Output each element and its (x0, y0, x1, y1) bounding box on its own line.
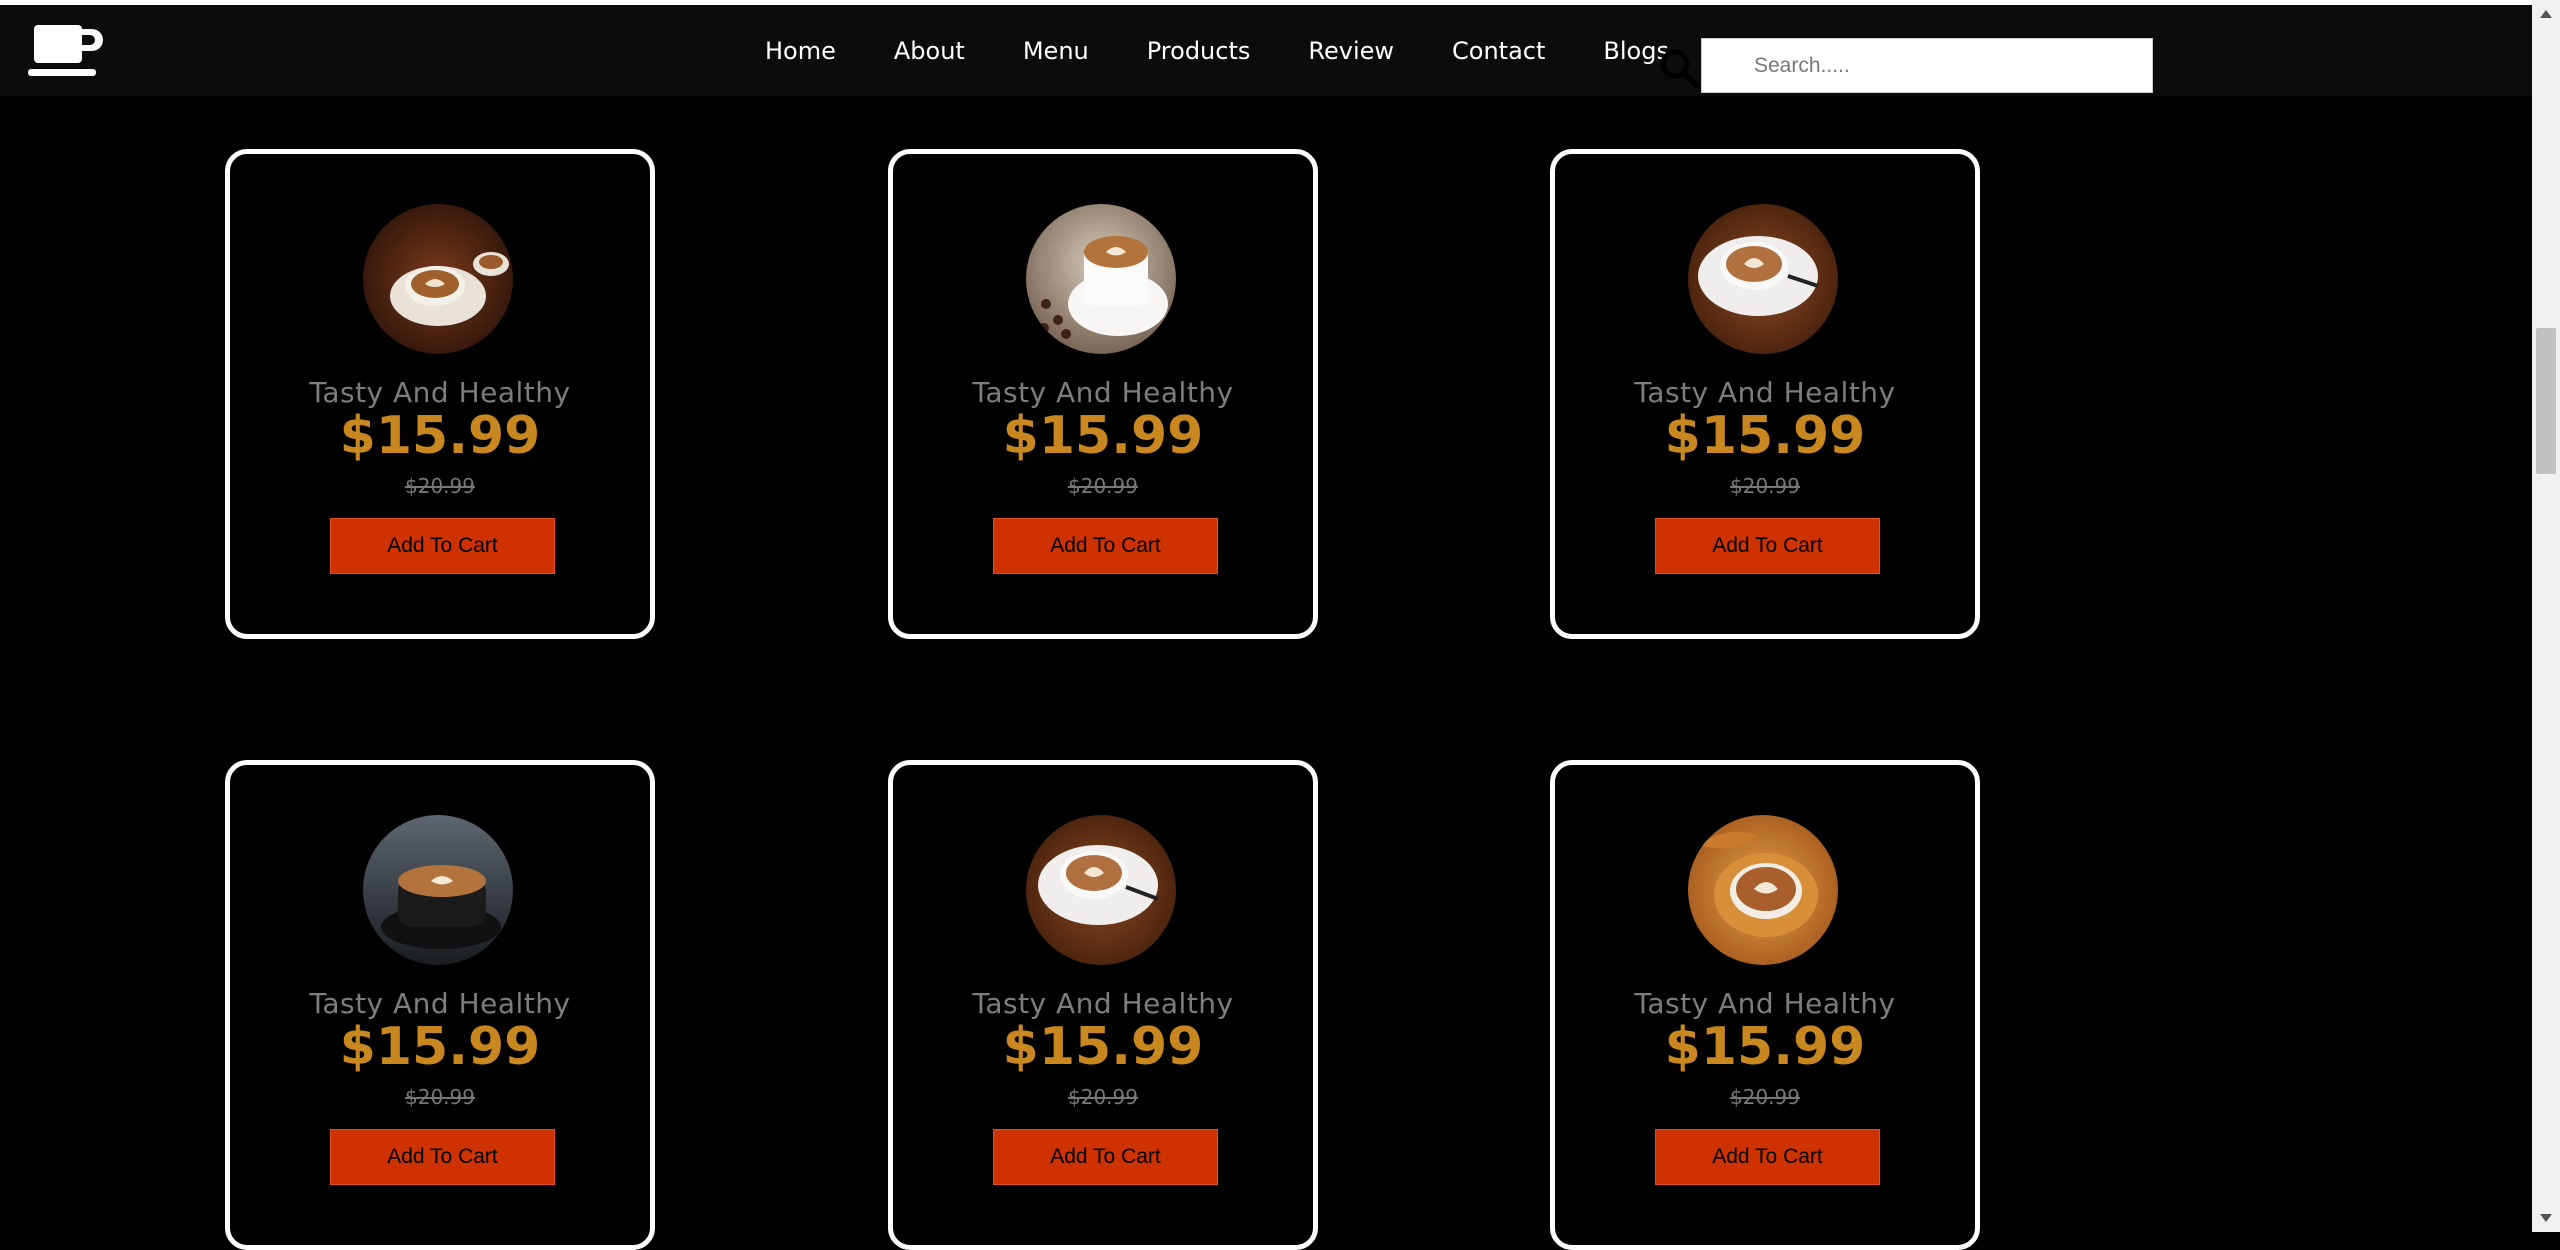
product-price: $15.99 (339, 1017, 541, 1077)
product-price: $15.99 (1002, 406, 1204, 466)
coffee-image (363, 815, 513, 965)
add-to-cart-button[interactable]: Add To Cart (1655, 518, 1880, 574)
nav-menu[interactable]: Menu (1023, 37, 1089, 65)
nav-home[interactable]: Home (765, 37, 836, 65)
scroll-thumb[interactable] (2536, 328, 2556, 474)
nav-review[interactable]: Review (1308, 37, 1394, 65)
coffee-image (363, 204, 513, 354)
coffee-image (1026, 815, 1176, 965)
product-title: Tasty And Healthy (972, 376, 1234, 409)
add-to-cart-button[interactable]: Add To Cart (1655, 1129, 1880, 1185)
nav-about[interactable]: About (894, 37, 965, 65)
product-old-price: $20.99 (1730, 474, 1800, 498)
product-title: Tasty And Healthy (309, 376, 571, 409)
product-card: Tasty And Healthy $15.99 $20.99 Add To C… (1550, 149, 1980, 639)
add-to-cart-button[interactable]: Add To Cart (330, 1129, 555, 1185)
search-icon[interactable] (1660, 49, 1701, 90)
product-old-price: $20.99 (405, 1085, 475, 1109)
product-title: Tasty And Healthy (1634, 376, 1896, 409)
product-price: $15.99 (339, 406, 541, 466)
product-card: Tasty And Healthy $15.99 $20.99 Add To C… (225, 149, 655, 639)
product-price: $15.99 (1664, 406, 1866, 466)
scroll-up-arrow-icon[interactable] (2532, 0, 2560, 28)
add-to-cart-button[interactable]: Add To Cart (993, 1129, 1218, 1185)
product-old-price: $20.99 (1068, 474, 1138, 498)
add-to-cart-button[interactable]: Add To Cart (330, 518, 555, 574)
coffee-image (1688, 204, 1838, 354)
product-old-price: $20.99 (1730, 1085, 1800, 1109)
navbar: Home About Menu Products Review Contact … (0, 5, 2532, 96)
search-input[interactable] (1701, 38, 2153, 93)
product-old-price: $20.99 (1068, 1085, 1138, 1109)
add-to-cart-button[interactable]: Add To Cart (993, 518, 1218, 574)
product-price: $15.99 (1002, 1017, 1204, 1077)
scrollbar[interactable] (2532, 0, 2560, 1232)
coffee-image (1688, 815, 1838, 965)
coffee-image (1026, 204, 1176, 354)
product-title: Tasty And Healthy (309, 987, 571, 1020)
scroll-down-arrow-icon[interactable] (2532, 1204, 2560, 1232)
main-nav: Home About Menu Products Review Contact … (765, 5, 1669, 96)
product-card: Tasty And Healthy $15.99 $20.99 Add To C… (225, 760, 655, 1250)
nav-products[interactable]: Products (1147, 37, 1251, 65)
coffee-cup-icon[interactable] (28, 25, 108, 85)
product-card: Tasty And Healthy $15.99 $20.99 Add To C… (888, 149, 1318, 639)
nav-contact[interactable]: Contact (1452, 37, 1545, 65)
product-old-price: $20.99 (405, 474, 475, 498)
product-card: Tasty And Healthy $15.99 $20.99 Add To C… (1550, 760, 1980, 1250)
product-title: Tasty And Healthy (1634, 987, 1896, 1020)
product-price: $15.99 (1664, 1017, 1866, 1077)
product-card: Tasty And Healthy $15.99 $20.99 Add To C… (888, 760, 1318, 1250)
product-title: Tasty And Healthy (972, 987, 1234, 1020)
